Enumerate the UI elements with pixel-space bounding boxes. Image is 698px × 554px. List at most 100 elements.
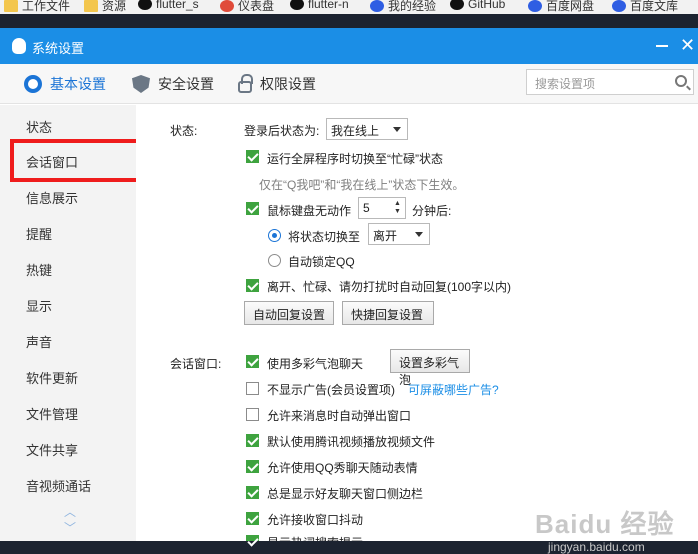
bookmark-label: 工作文件: [22, 0, 71, 13]
idle-suffix: 分钟后:: [412, 204, 452, 218]
baidu-paw-icon: [612, 0, 626, 12]
switch-status-label: 将状态切换至: [288, 230, 361, 244]
chat-sidebar-checkbox[interactable]: [246, 486, 259, 499]
tencent-video-label: 默认使用腾讯视频播放视频文件: [267, 435, 436, 449]
chevron-down-icon: [393, 127, 401, 132]
gear-icon: [24, 75, 42, 93]
baidu-watermark-url: jingyan.baidu.com: [548, 540, 645, 554]
auto-reply-checkbox[interactable]: [246, 279, 259, 292]
sidebar-item-file-sharing[interactable]: 文件共享: [26, 440, 78, 459]
ads-link[interactable]: 可屏蔽哪些广告?: [408, 381, 499, 398]
auto-lock-radio[interactable]: [268, 254, 281, 267]
baidu-paw-icon: [370, 0, 384, 12]
login-status-select[interactable]: 我在线上: [326, 118, 408, 140]
dashboard-icon: [220, 0, 234, 12]
baidu-paw-icon: [528, 0, 542, 12]
bookmark-label: flutter-n: [308, 0, 349, 11]
sidebar-item-display[interactable]: 显示: [26, 296, 52, 315]
title-bar: 系统设置 ✕: [0, 28, 698, 64]
search-icon[interactable]: [675, 75, 687, 87]
switch-status-select[interactable]: 离开: [368, 223, 430, 245]
switch-status-radio[interactable]: [268, 229, 281, 242]
baidu-watermark: Baidu 经验: [535, 509, 675, 539]
auto-popup-checkbox[interactable]: [246, 408, 259, 421]
shield-icon: [132, 75, 150, 93]
fullscreen-busy-label: 运行全屏程序时切换至“忙碌”状态: [267, 152, 443, 166]
auto-reply-label: 离开、忙碌、请勿打扰时自动回复(100字以内): [267, 280, 512, 294]
hot-search-label: 显示热词搜索提示: [267, 534, 363, 541]
scroll-up-icon[interactable]: ︿: [64, 503, 76, 520]
sidebar-item-status[interactable]: 状态: [26, 117, 52, 136]
tab-permission-settings[interactable]: 权限设置: [238, 74, 316, 94]
sidebar-item-software-update[interactable]: 软件更新: [26, 368, 78, 387]
github-icon: [138, 0, 152, 10]
tab-basic-settings[interactable]: 基本设置: [24, 74, 106, 94]
fullscreen-busy-checkbox[interactable]: [246, 150, 259, 163]
bookmark-label: 资源: [102, 0, 127, 13]
scroll-down-icon[interactable]: ﹀: [64, 519, 76, 536]
bookmark-label: 百度网盘: [546, 0, 595, 13]
sidebar-item-av-calls[interactable]: 音视频通话: [26, 476, 91, 495]
tencent-video-checkbox[interactable]: [246, 434, 259, 447]
minimize-button[interactable]: [656, 45, 668, 47]
no-ads-label: 不显示广告(会员设置项): [267, 383, 395, 397]
tab-label: 基本设置: [50, 76, 106, 92]
qq-penguin-icon: [12, 38, 26, 54]
chevron-down-icon: [415, 232, 423, 237]
quick-reply-settings-button[interactable]: 快捷回复设置: [342, 301, 434, 325]
folder-icon: [4, 0, 18, 12]
no-ads-checkbox[interactable]: [246, 382, 259, 395]
tab-security-settings[interactable]: 安全设置: [132, 74, 214, 94]
settings-tabs: 基本设置 安全设置 权限设置 搜索设置项: [0, 64, 698, 104]
bookmarks-bar: 工作文件 资源 flutter_s 仪表盘 flutter-n 我的经验 Git…: [0, 0, 698, 14]
sidebar-item-hotkeys[interactable]: 热键: [26, 260, 52, 279]
bookmark-item[interactable]: flutter_s: [138, 0, 199, 11]
chat-section-label: 会话窗口:: [170, 357, 222, 371]
bookmark-label: GitHub: [468, 0, 506, 11]
bookmark-item[interactable]: 百度文库: [612, 0, 678, 14]
bookmark-item[interactable]: 工作文件: [4, 0, 70, 14]
bookmark-item[interactable]: 资源: [84, 0, 126, 14]
colorful-bubble-checkbox[interactable]: [246, 355, 259, 368]
search-placeholder: 搜索设置项: [535, 77, 596, 91]
bookmark-label: 我的经验: [388, 0, 437, 13]
sidebar-item-info-display[interactable]: 信息展示: [26, 188, 78, 207]
sidebar-item-reminders[interactable]: 提醒: [26, 224, 52, 243]
auto-lock-label: 自动锁定QQ: [288, 255, 355, 269]
bookmark-item[interactable]: GitHub: [450, 0, 505, 11]
bookmark-label: 百度文库: [630, 0, 679, 13]
window-title: 系统设置: [32, 41, 85, 56]
sidebar-item-sound[interactable]: 声音: [26, 332, 52, 351]
tab-label: 安全设置: [158, 76, 214, 92]
auto-reply-settings-button[interactable]: 自动回复设置: [244, 301, 334, 325]
hot-search-checkbox[interactable]: [246, 535, 259, 541]
bookmark-item[interactable]: 仪表盘: [220, 0, 274, 14]
bubble-settings-button[interactable]: 设置多彩气泡: [390, 349, 470, 387]
idle-checkbox[interactable]: [246, 202, 259, 215]
bookmark-item[interactable]: 我的经验: [370, 0, 436, 14]
chat-sidebar-label: 总是显示好友聊天窗口侧边栏: [267, 487, 424, 501]
bookmark-item[interactable]: 百度网盘: [528, 0, 594, 14]
switch-status-value: 离开: [373, 229, 398, 243]
stepper-arrows-icon[interactable]: ▲ ▼: [394, 200, 403, 216]
bookmark-label: 仪表盘: [238, 0, 275, 13]
shake-checkbox[interactable]: [246, 512, 259, 525]
fullscreen-hint: 仅在“Q我吧”和“我在线上”状态下生效。: [259, 178, 465, 192]
close-button[interactable]: ✕: [680, 35, 695, 56]
lock-icon: [238, 74, 253, 93]
login-status-label: 登录后状态为:: [244, 124, 320, 138]
sidebar-item-file-management[interactable]: 文件管理: [26, 404, 78, 423]
bookmark-item[interactable]: flutter-n: [290, 0, 349, 11]
idle-minutes-stepper[interactable]: 5 ▲ ▼: [358, 197, 406, 219]
auto-popup-label: 允许来消息时自动弹出窗口: [267, 409, 412, 423]
settings-window: 系统设置 ✕ 基本设置 安全设置 权限设置 搜索设置项 状态 会话窗口 信息展示…: [0, 28, 698, 554]
folder-icon: [84, 0, 98, 12]
colorful-bubble-label: 使用多彩气泡聊天: [267, 357, 364, 371]
idle-label: 鼠标键盘无动作: [267, 204, 352, 218]
search-input[interactable]: 搜索设置项: [526, 69, 694, 95]
highlight-box: [10, 139, 143, 182]
tab-label: 权限设置: [260, 76, 316, 92]
bookmark-label: flutter_s: [156, 0, 199, 11]
login-status-value: 我在线上: [331, 124, 380, 138]
qq-show-checkbox[interactable]: [246, 460, 259, 473]
